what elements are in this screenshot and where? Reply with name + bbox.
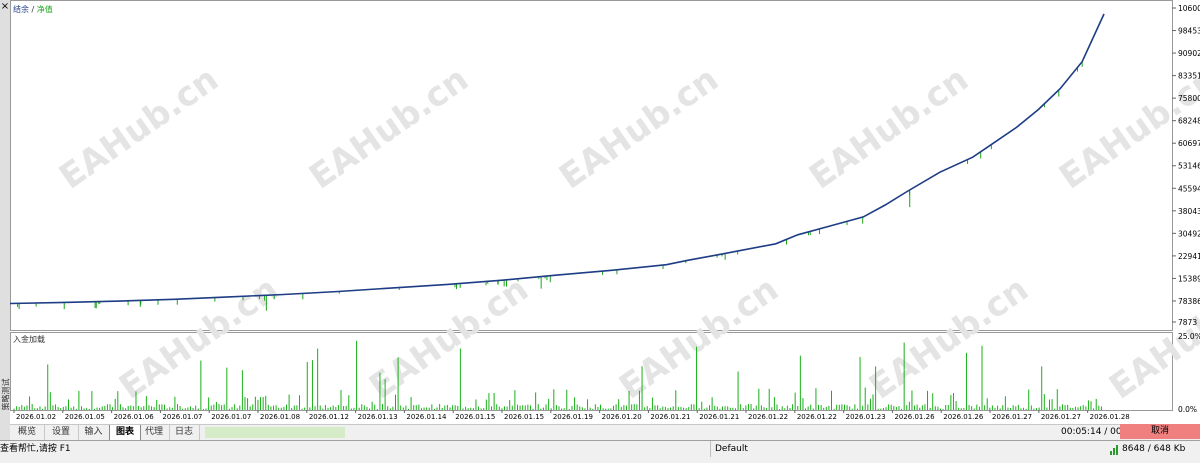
y-tick-label: 229411 [1178,252,1200,261]
x-tick-label: 2026.01.15 [504,413,544,421]
y-tick-label: 78386 [1178,297,1200,306]
x-tick-label: 2026.01.15 [455,413,495,421]
x-tick-label: 2026.01.05 [65,413,105,421]
x-axis-ticks: 2026.01.02 2026.01.05 2026.01.06 2026.01.07… [13,410,1130,421]
tab-journal[interactable]: 日志 [169,425,200,440]
tab-graph[interactable]: 图表 [109,425,141,441]
status-traffic: 8648 / 648 Kb [1122,444,1186,454]
x-tick-label: 2026.01.22 [748,413,788,421]
legend-separator: / [29,5,37,14]
close-icon[interactable]: × [0,1,10,13]
y-tick-label: 984538 [1178,27,1200,36]
x-tick-label: 2026.01.19 [553,413,593,421]
x-tick-label: 2026.01.21 [650,413,690,421]
status-help-text: 查看帮忙,请按 F1 [0,444,71,454]
x-tick-label: 2026.01.28 [1090,413,1130,421]
x-tick-label: 2026.01.12 [309,413,349,421]
status-profile: Default [710,441,815,457]
x-tick-label: 2026.01.08 [260,413,300,421]
y-tick-label: 833512 [1178,72,1200,81]
y-tick-label: 455949 [1178,184,1200,193]
x-tick-label: 2026.01.07 [211,413,251,421]
x-tick-label: 2026.01.21 [699,413,739,421]
y-tick-label: 304924 [1178,229,1200,238]
tab-inputs[interactable]: 输入 [78,425,110,440]
x-tick-label: 2026.01.20 [602,413,642,421]
chart-legend: 结余 / 净值 [13,4,53,14]
y-tick-label: 1060050 [1178,4,1200,13]
x-tick-label: 2026.01.27 [992,413,1032,421]
x-tick-label: 2026.01.22 [797,413,837,421]
x-tick-label: 2026.01.26 [894,413,935,421]
chart-area: EAHub.cn EAHub.cn EAHub.cn EAHub.cn EAHub.cn… [10,0,1200,424]
legend-equity: 净值 [37,4,53,14]
status-bar: 查看帮忙,请按 F1 Default 8648 / 648 Kb [0,440,1200,457]
y-tick-label: 380436 [1178,207,1200,216]
cancel-button[interactable]: 取消 [1120,424,1200,439]
x-tick-label: 2026.01.23 [846,413,886,421]
tab-agents[interactable]: 代理 [139,425,170,440]
tab-settings[interactable]: 设置 [44,425,79,440]
test-progress-bar [205,427,345,438]
y-tick-label: 606974 [1178,139,1200,148]
x-tick-label: 2026.01.07 [162,413,202,421]
volume-tick-label: 25.0% [1178,332,1200,341]
x-tick-label: 2026.01.14 [406,413,447,421]
y-tick-label: 758000 [1178,94,1200,103]
y-tick-label: 909025 [1178,49,1200,58]
volume-plot-label: 入金加载 [13,334,45,344]
volume-tick-label: 0.0% [1178,405,1197,414]
y-tick-label: 531462 [1178,162,1200,171]
x-tick-label: 2026.01.13 [358,413,398,421]
tab-overview[interactable]: 概览 [10,425,45,440]
x-tick-label: 2026.01.06 [114,413,155,421]
x-tick-label: 2026.01.02 [16,413,56,421]
y-tick-label: 153898 [1178,274,1200,283]
y-tick-label: 7873 [1178,318,1197,327]
chart-svg: EAHub.cn EAHub.cn EAHub.cn EAHub.cn EAHub.cn… [10,0,1200,421]
legend-balance: 结余 [13,4,29,14]
y-tick-label: 682487 [1178,117,1200,126]
x-tick-label: 2026.01.26 [943,413,984,421]
x-tick-label: 2026.01.27 [1041,413,1081,421]
signal-bars-icon [1110,441,1120,457]
tester-tab-bar: 概览 设置 输入 图表 代理 日志 00:05:14 / 00:34:39 [10,424,1200,441]
